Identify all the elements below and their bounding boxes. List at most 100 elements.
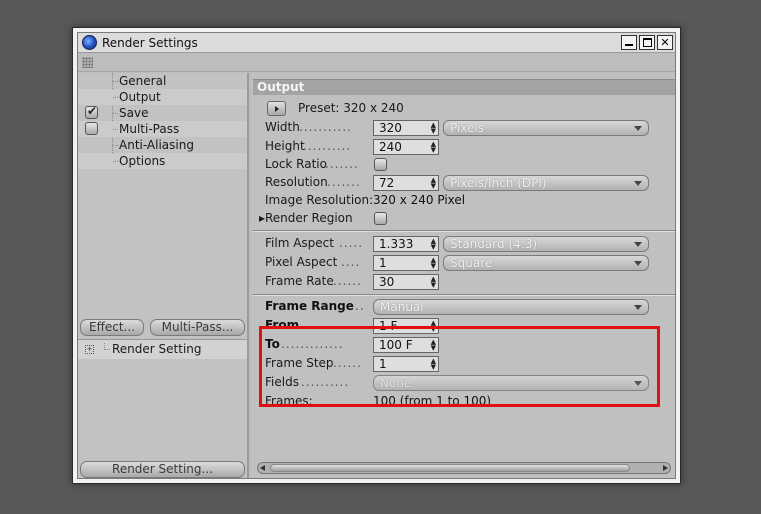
title-bar[interactable]: Render Settings ✕ bbox=[78, 33, 675, 53]
frame-range-label: Frame Range bbox=[265, 299, 354, 313]
lock-ratio-checkbox[interactable] bbox=[374, 158, 387, 171]
render-setting-label: Render Setting bbox=[112, 342, 202, 356]
tree-item-label: Anti-Aliasing bbox=[119, 138, 194, 152]
tree-item-general[interactable]: General bbox=[78, 73, 247, 89]
multi-pass-button[interactable]: Multi-Pass... bbox=[150, 319, 245, 336]
save-checkbox[interactable] bbox=[85, 104, 98, 119]
width-label: Width bbox=[265, 120, 300, 134]
maximize-icon bbox=[643, 38, 652, 47]
spinner-icon[interactable]: ▲ ▼ bbox=[431, 177, 436, 190]
output-panel: Output Preset: 320 x 240 Width .........… bbox=[251, 73, 675, 478]
tree-item-multi-pass[interactable]: Multi-Pass bbox=[78, 121, 247, 137]
width-value: 320 bbox=[379, 121, 402, 135]
leader-dots: .......... bbox=[303, 139, 352, 153]
scroll-right-icon[interactable] bbox=[663, 465, 668, 471]
multi-pass-checkbox[interactable] bbox=[85, 122, 98, 135]
film-aspect-field[interactable]: 1.333 ▲ ▼ bbox=[373, 236, 439, 252]
scrollbar-thumb[interactable] bbox=[270, 464, 630, 472]
image-resolution-value: 320 x 240 Pixel bbox=[373, 193, 466, 207]
height-field[interactable]: 240 ▲ ▼ bbox=[373, 139, 439, 155]
tree-tick bbox=[113, 161, 118, 162]
spinner-icon[interactable]: ▲ ▼ bbox=[431, 276, 436, 289]
resolution-unit-dropdown[interactable]: Pixels/Inch (DPI) bbox=[443, 175, 649, 191]
separator bbox=[253, 230, 675, 232]
spinner-icon[interactable]: ▲ ▼ bbox=[431, 122, 436, 135]
close-button[interactable]: ✕ bbox=[657, 35, 673, 50]
tree-tick bbox=[113, 81, 118, 82]
leader-dots: .. bbox=[355, 299, 365, 313]
height-label: Height bbox=[265, 139, 305, 153]
pixel-aspect-row: Pixel Aspect .... 1 ▲ ▼ Square bbox=[265, 254, 665, 272]
leader-dots: ........... bbox=[299, 120, 352, 134]
leader-dots: ....... bbox=[325, 157, 359, 171]
frame-range-row: Frame Range .. Manual bbox=[265, 298, 665, 316]
frame-rate-value: 30 bbox=[379, 275, 395, 289]
tree-item-anti-aliasing[interactable]: Anti-Aliasing bbox=[78, 137, 247, 153]
chevron-down-icon bbox=[634, 126, 642, 131]
minimize-icon bbox=[625, 44, 633, 46]
expand-icon[interactable]: + bbox=[85, 345, 94, 354]
film-aspect-value: 1.333 bbox=[379, 237, 414, 251]
minimize-button[interactable] bbox=[621, 35, 637, 50]
scroll-left-icon[interactable] bbox=[260, 465, 265, 471]
settings-tree: General Output Save Multi-Pass bbox=[78, 73, 247, 313]
lock-ratio-label: Lock Ratio bbox=[265, 157, 327, 171]
film-aspect-dropdown[interactable]: Standard (4:3) bbox=[443, 236, 649, 252]
play-icon bbox=[275, 106, 279, 112]
film-aspect-preset: Standard (4:3) bbox=[450, 237, 538, 251]
section-title: Output bbox=[257, 80, 305, 94]
render-region-checkbox[interactable] bbox=[374, 212, 387, 225]
spinner-icon[interactable]: ▲ ▼ bbox=[431, 141, 436, 154]
lock-ratio-row: Lock Ratio ....... bbox=[265, 156, 665, 174]
width-field[interactable]: 320 ▲ ▼ bbox=[373, 120, 439, 136]
height-value: 240 bbox=[379, 140, 402, 154]
resolution-label: Resolution bbox=[265, 175, 328, 189]
left-panel: General Output Save Multi-Pass bbox=[78, 73, 249, 478]
spinner-icon[interactable]: ▲ ▼ bbox=[431, 257, 436, 270]
spinner-icon[interactable]: ▲ ▼ bbox=[431, 238, 436, 251]
render-setting-list-item[interactable]: + Render Setting bbox=[78, 339, 247, 359]
preset-button[interactable] bbox=[267, 101, 286, 116]
chevron-down-icon bbox=[634, 181, 642, 186]
window-frame: Render Settings ✕ General Output ✔ Save … bbox=[77, 32, 676, 479]
pixel-aspect-value: 1 bbox=[379, 256, 387, 270]
pixel-aspect-dropdown[interactable]: Square bbox=[443, 255, 649, 271]
section-header: Output bbox=[253, 79, 675, 95]
pixel-aspect-field[interactable]: 1 ▲ ▼ bbox=[373, 255, 439, 271]
tree-item-label: Multi-Pass bbox=[119, 122, 180, 136]
render-region-row: ▸ Render Region bbox=[259, 210, 659, 228]
tree-item-output[interactable]: Output bbox=[78, 89, 247, 105]
chevron-down-icon bbox=[634, 242, 642, 247]
frame-range-dropdown[interactable]: Manual bbox=[373, 299, 649, 315]
maximize-button[interactable] bbox=[639, 35, 655, 50]
resolution-field[interactable]: 72 ▲ ▼ bbox=[373, 175, 439, 191]
separator bbox=[253, 294, 675, 296]
resolution-row: Resolution ....... 72 ▲ ▼ Pixels/Inch (DPI… bbox=[265, 174, 665, 192]
film-aspect-row: Film Aspect ..... 1.333 ▲ ▼ Standard (4:3) bbox=[265, 235, 665, 253]
film-aspect-label: Film Aspect bbox=[265, 236, 334, 250]
chevron-down-icon bbox=[634, 261, 642, 266]
leader-dots: ....... bbox=[327, 175, 361, 189]
frame-rate-label: Frame Rate bbox=[265, 274, 334, 288]
render-settings-window: Render Settings ✕ General Output ✔ Save … bbox=[72, 27, 681, 484]
tree-item-options[interactable]: Options bbox=[78, 153, 247, 169]
render-setting-button[interactable]: Render Setting... bbox=[80, 461, 245, 478]
tree-item-save[interactable]: Save bbox=[78, 104, 247, 121]
resolution-unit-value: Pixels/Inch (DPI) bbox=[450, 176, 547, 190]
chevron-down-icon bbox=[634, 305, 642, 310]
tree-tick bbox=[113, 145, 118, 146]
leader-dots: .... bbox=[341, 255, 361, 269]
horizontal-scrollbar[interactable] bbox=[257, 462, 671, 474]
close-icon: ✕ bbox=[660, 36, 670, 49]
image-resolution-row: Image Resolution: 320 x 240 Pixel bbox=[265, 192, 665, 210]
pixel-aspect-label: Pixel Aspect bbox=[265, 255, 338, 269]
width-unit-dropdown[interactable]: Pixels bbox=[443, 120, 649, 136]
grip-icon[interactable] bbox=[82, 57, 93, 68]
frame-rate-field[interactable]: 30 ▲ ▼ bbox=[373, 274, 439, 290]
preset-label: Preset: 320 x 240 bbox=[298, 101, 404, 115]
window-title: Render Settings bbox=[102, 36, 198, 50]
tree-item-label: Options bbox=[119, 154, 166, 168]
app-sphere-icon bbox=[82, 35, 97, 50]
effect-button[interactable]: Effect... bbox=[80, 319, 144, 336]
image-resolution-label: Image Resolution: bbox=[265, 193, 374, 207]
